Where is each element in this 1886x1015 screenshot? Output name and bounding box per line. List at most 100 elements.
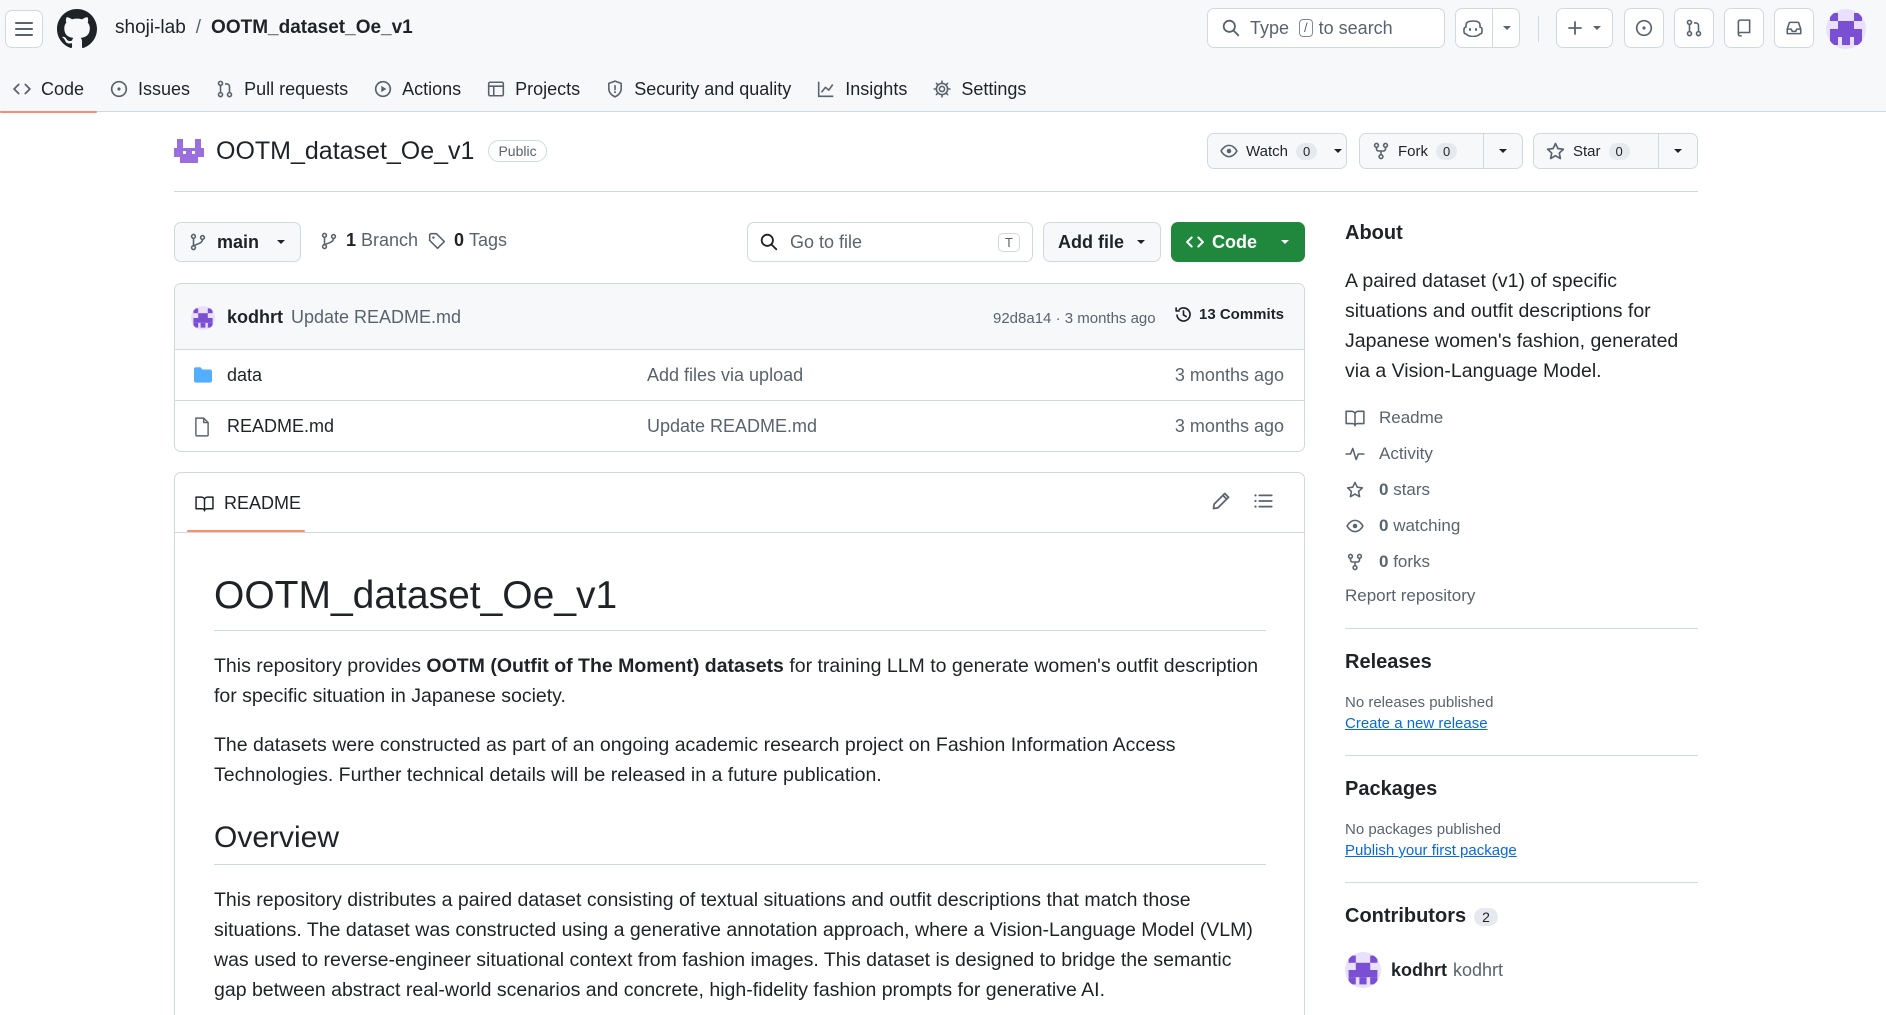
repo-icon <box>1735 19 1753 37</box>
tab-issues-label: Issues <box>138 78 191 99</box>
pencil-icon[interactable] <box>1211 491 1231 511</box>
breadcrumb-repo-link[interactable]: OOTM_dataset_Oe_v1 <box>211 17 413 39</box>
contributors-count: 2 <box>1474 908 1498 926</box>
watching-link[interactable]: 0 watching <box>1345 508 1698 544</box>
watching-label: watching <box>1393 516 1461 535</box>
packages-title[interactable]: Packages <box>1345 778 1698 801</box>
fork-label: Fork <box>1398 142 1428 160</box>
tags-link[interactable]: 0 Tags <box>428 230 507 251</box>
file-name[interactable]: README.md <box>227 416 334 437</box>
file-icon <box>193 417 211 437</box>
go-to-file-placeholder: Go to file <box>790 231 863 252</box>
fork-icon <box>1372 142 1390 160</box>
watch-count: 0 <box>1295 142 1318 160</box>
copilot-button[interactable] <box>1455 8 1520 48</box>
file-age: 3 months ago <box>1174 365 1284 385</box>
star-dropdown[interactable] <box>1657 134 1697 168</box>
table-icon <box>487 80 505 98</box>
readme-heading-overview: Overview <box>214 820 1266 865</box>
menu-button[interactable] <box>5 10 43 48</box>
releases-title[interactable]: Releases <box>1345 651 1698 674</box>
code-button[interactable]: Code <box>1171 222 1305 262</box>
tab-actions[interactable]: Actions <box>361 66 474 112</box>
tab-insights-label: Insights <box>845 78 908 99</box>
commit-sha-time[interactable]: 92d8a14 · 3 months ago <box>993 310 1156 327</box>
commit-message[interactable]: Update README.md <box>291 307 461 328</box>
file-row[interactable]: README.md Update README.md 3 months ago <box>175 401 1304 451</box>
branches-link[interactable]: 1 Branch <box>320 230 418 251</box>
gear-icon <box>933 80 951 98</box>
file-row[interactable]: data Add files via upload 3 months ago <box>175 350 1304 401</box>
search-icon <box>1222 19 1240 37</box>
sidebar-divider <box>1345 755 1698 756</box>
pull-requests-button[interactable] <box>1674 8 1714 48</box>
search-shortcut-key: / <box>1299 19 1313 37</box>
contributor-avatar <box>1345 952 1381 988</box>
inbox-button[interactable] <box>1774 8 1814 48</box>
watch-dropdown[interactable] <box>1329 134 1346 168</box>
fork-button[interactable]: Fork 0 <box>1360 134 1483 168</box>
tab-security[interactable]: Security and quality <box>593 66 804 112</box>
shield-icon <box>606 80 624 98</box>
star-label: Star <box>1573 142 1601 160</box>
github-logo-icon[interactable] <box>57 9 97 49</box>
readme-tab-label: README <box>224 493 302 513</box>
star-button[interactable]: Star 0 <box>1534 134 1658 168</box>
chevron-down-icon <box>1333 148 1343 154</box>
contributor-name: kodhrt <box>1453 959 1504 980</box>
user-avatar[interactable] <box>1826 9 1866 49</box>
contributors-title[interactable]: Contributors 2 <box>1345 905 1698 928</box>
repo-name[interactable]: OOTM_dataset_Oe_v1 <box>216 137 474 166</box>
contributor-item[interactable]: kodhrt kodhrt <box>1345 952 1698 988</box>
fork-dropdown[interactable] <box>1482 134 1522 168</box>
readme-tab[interactable]: README <box>195 493 301 514</box>
breadcrumb-separator: / <box>195 17 202 38</box>
create-release-link[interactable]: Create a new release <box>1345 715 1488 732</box>
activity-link[interactable]: Activity <box>1345 436 1698 472</box>
title-divider <box>174 191 1698 192</box>
branch-selector[interactable]: main <box>174 222 301 262</box>
stars-link[interactable]: 0 stars <box>1345 472 1698 508</box>
file-name[interactable]: data <box>227 365 262 386</box>
tab-projects[interactable]: Projects <box>474 66 593 112</box>
watching-count: 0 <box>1379 516 1389 535</box>
publish-package-link[interactable]: Publish your first package <box>1345 842 1517 859</box>
tab-issues[interactable]: Issues <box>97 66 203 112</box>
report-repository-link[interactable]: Report repository <box>1345 586 1698 606</box>
tab-pull-requests[interactable]: Pull requests <box>203 66 361 112</box>
global-search-input[interactable]: Type / to search <box>1207 8 1445 48</box>
chevron-down-icon <box>1502 25 1512 31</box>
readme-link[interactable]: Readme <box>1345 400 1698 436</box>
repositories-button[interactable] <box>1724 8 1764 48</box>
play-icon <box>374 80 392 98</box>
issue-icon <box>110 80 128 98</box>
add-file-button[interactable]: Add file <box>1043 222 1161 262</box>
create-new-button[interactable] <box>1556 8 1613 48</box>
graph-icon <box>817 80 835 98</box>
issues-button[interactable] <box>1624 8 1664 48</box>
tab-insights[interactable]: Insights <box>804 66 920 112</box>
tab-actions-label: Actions <box>402 78 462 99</box>
file-commit-message[interactable]: Update README.md <box>647 416 817 437</box>
fork-count: 0 <box>1436 142 1458 160</box>
owner-avatar[interactable] <box>174 136 204 166</box>
file-commit-message[interactable]: Add files via upload <box>647 365 803 386</box>
commit-author[interactable]: kodhrt <box>227 307 283 328</box>
inbox-icon <box>1785 19 1803 37</box>
pulse-icon <box>1345 445 1365 463</box>
list-icon[interactable] <box>1253 491 1273 511</box>
forks-link[interactable]: 0 forks <box>1345 544 1698 580</box>
readme-link-label: Readme <box>1379 408 1444 427</box>
commits-count: 13 Commits <box>1199 306 1285 323</box>
breadcrumb-owner-link[interactable]: shoji-lab <box>115 17 186 39</box>
tab-code[interactable]: Code <box>0 66 98 113</box>
tab-settings[interactable]: Settings <box>920 66 1039 112</box>
go-to-file-input[interactable]: Go to file T <box>747 222 1033 262</box>
commits-link[interactable]: 13 Commits <box>1174 305 1284 324</box>
tab-security-label: Security and quality <box>634 78 792 99</box>
tags-count: 0 <box>454 230 465 250</box>
watch-button[interactable]: Watch 0 <box>1208 134 1329 168</box>
eye-icon <box>1220 142 1238 160</box>
commit-author-avatar[interactable] <box>191 306 215 330</box>
readme-content: OOTM_dataset_Oe_v1 This repository provi… <box>214 533 1266 1005</box>
